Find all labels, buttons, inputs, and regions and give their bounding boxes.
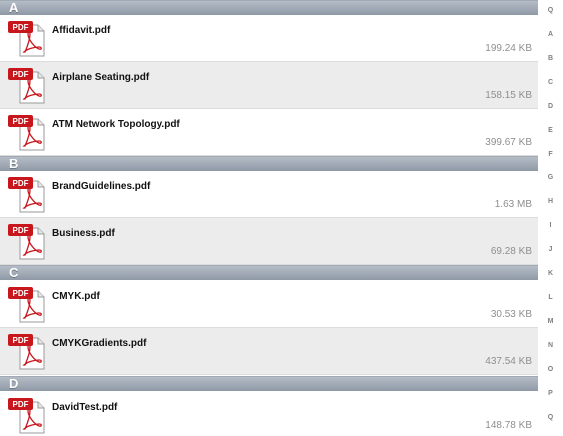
file-size: 399.67 KB xyxy=(485,137,532,148)
file-row[interactable]: PDF DavidTest.pdf 148.78 KB xyxy=(0,392,538,436)
pdf-icon: PDF xyxy=(8,115,46,151)
pdf-icon: PDF xyxy=(8,21,46,57)
index-letter[interactable]: L xyxy=(538,294,563,301)
file-row[interactable]: PDF ATM Network Topology.pdf 399.67 KB xyxy=(0,109,538,156)
pdf-icon: PDF xyxy=(8,68,46,104)
section-letter: A xyxy=(9,0,19,15)
file-name: BrandGuidelines.pdf xyxy=(52,181,151,192)
file-row[interactable]: PDF Airplane Seating.pdf 158.15 KB xyxy=(0,62,538,109)
index-letter[interactable]: J xyxy=(538,246,563,253)
svg-text:PDF: PDF xyxy=(13,117,29,126)
section-header-c: C xyxy=(0,265,538,280)
index-letter[interactable]: A xyxy=(538,31,563,38)
file-name: Business.pdf xyxy=(52,228,115,239)
svg-text:PDF: PDF xyxy=(13,226,29,235)
svg-text:PDF: PDF xyxy=(13,70,29,79)
index-letter[interactable]: I xyxy=(538,222,563,229)
index-letter[interactable]: K xyxy=(538,270,563,277)
pdf-icon: PDF xyxy=(8,287,46,323)
pdf-icon: PDF xyxy=(8,177,46,213)
file-row[interactable]: PDF CMYK.pdf 30.53 KB xyxy=(0,281,538,328)
file-size: 148.78 KB xyxy=(485,420,532,431)
index-letter[interactable]: Q xyxy=(538,7,563,14)
file-name: CMYKGradients.pdf xyxy=(52,338,147,349)
section-header-a: A xyxy=(0,0,538,15)
file-size: 69.28 KB xyxy=(490,246,532,257)
index-letter[interactable]: F xyxy=(538,151,563,158)
index-letter[interactable]: D xyxy=(538,103,563,110)
file-name: ATM Network Topology.pdf xyxy=(52,119,180,130)
index-letter[interactable]: G xyxy=(538,174,563,181)
file-size: 1.63 MB xyxy=(494,199,532,210)
index-letter[interactable]: H xyxy=(538,198,563,205)
file-name: Airplane Seating.pdf xyxy=(52,72,150,83)
index-letter[interactable]: O xyxy=(538,366,563,373)
index-letter[interactable]: C xyxy=(538,79,563,86)
pdf-icon: PDF xyxy=(8,398,46,434)
svg-text:PDF: PDF xyxy=(13,23,29,32)
file-name: DavidTest.pdf xyxy=(52,402,118,413)
section-header-b: B xyxy=(0,156,538,171)
section-letter: C xyxy=(9,265,19,280)
file-name: CMYK.pdf xyxy=(52,291,100,302)
section-letter: B xyxy=(9,156,19,171)
file-row[interactable]: PDF BrandGuidelines.pdf 1.63 MB xyxy=(0,171,538,218)
section-letter: D xyxy=(9,376,19,391)
file-name: Affidavit.pdf xyxy=(52,25,111,36)
index-letter[interactable]: P xyxy=(538,390,563,397)
file-row[interactable]: PDF Business.pdf 69.28 KB xyxy=(0,218,538,265)
index-letter[interactable]: M xyxy=(538,318,563,325)
pdf-icon: PDF xyxy=(8,224,46,260)
svg-text:PDF: PDF xyxy=(13,289,29,298)
index-letter[interactable]: N xyxy=(538,342,563,349)
file-size: 437.54 KB xyxy=(485,356,532,367)
file-size: 199.24 KB xyxy=(485,43,532,54)
svg-text:PDF: PDF xyxy=(13,336,29,345)
file-row[interactable]: PDF Affidavit.pdf 199.24 KB xyxy=(0,15,538,62)
section-header-d: D xyxy=(0,376,538,391)
file-list[interactable]: A PDF Affidavit.pdf 199.24 KB PDF Airpla… xyxy=(0,0,538,436)
svg-text:PDF: PDF xyxy=(13,400,29,409)
file-size: 30.53 KB xyxy=(490,309,532,320)
index-letter[interactable]: E xyxy=(538,127,563,134)
svg-text:PDF: PDF xyxy=(13,179,29,188)
pdf-icon: PDF xyxy=(8,334,46,370)
file-row[interactable]: PDF CMYKGradients.pdf 437.54 KB xyxy=(0,328,538,375)
file-size: 158.15 KB xyxy=(485,90,532,101)
section-index-bar[interactable]: Q A B C D E F G H I J K L M N O P Q xyxy=(538,0,563,436)
index-letter[interactable]: B xyxy=(538,55,563,62)
index-letter[interactable]: Q xyxy=(538,414,563,421)
